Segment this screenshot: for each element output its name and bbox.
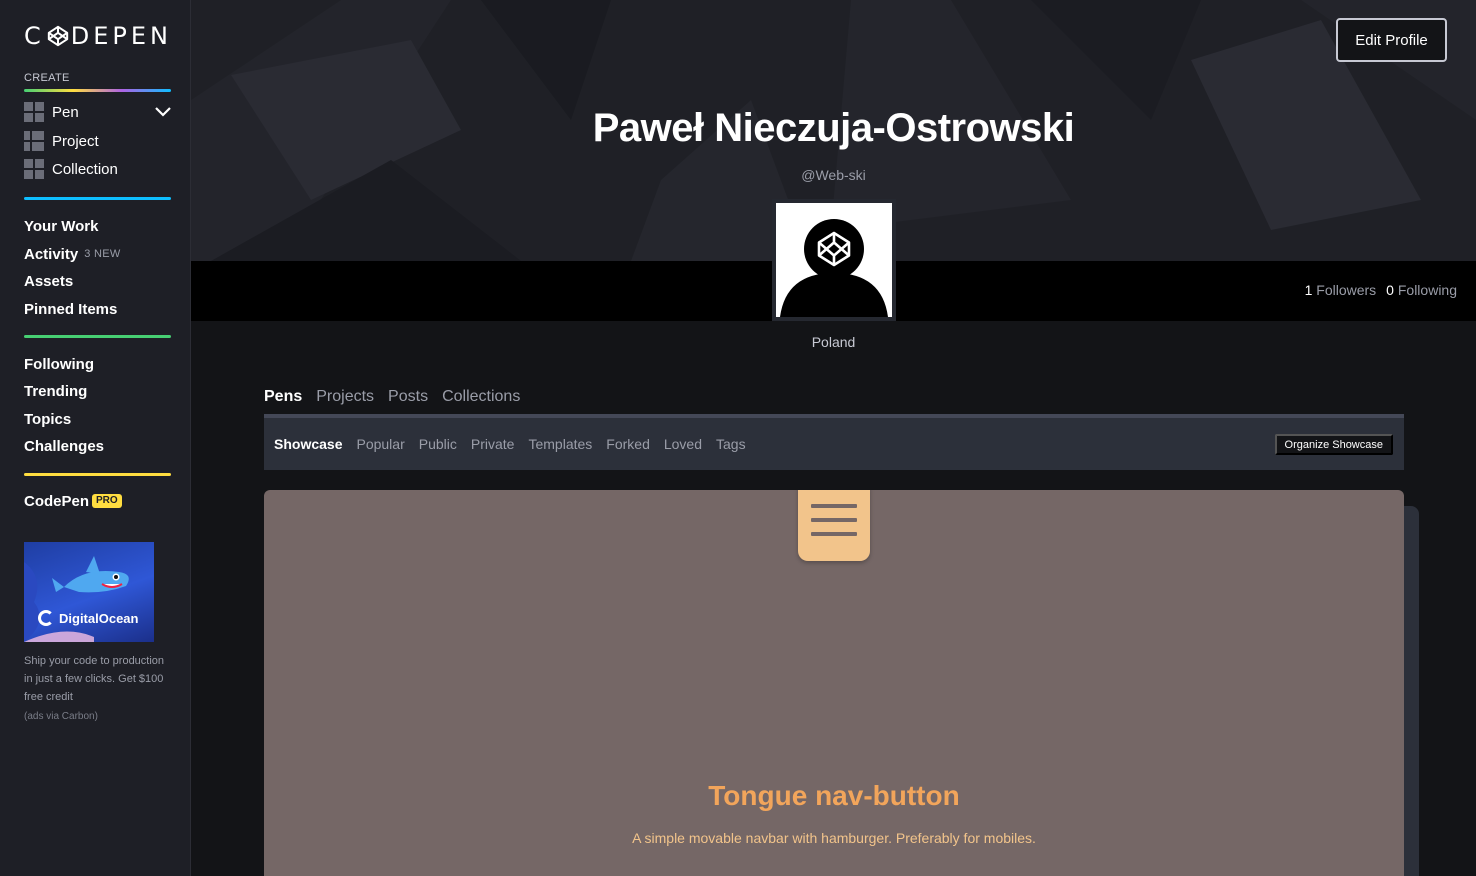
follow-stats: 1 Followers 0 Following <box>1305 282 1457 298</box>
ad-image[interactable]: DigitalOcean <box>24 542 154 642</box>
edit-profile-button[interactable]: Edit Profile <box>1336 18 1447 62</box>
default-avatar-icon <box>780 219 888 317</box>
ad-brand: DigitalOcean <box>38 610 138 626</box>
profile-location: Poland <box>811 334 856 350</box>
pens-subnav: Showcase Popular Public Private Template… <box>264 418 1404 470</box>
digitalocean-logo-icon <box>38 610 54 626</box>
content-tabs: Pens Projects Posts Collections <box>264 388 520 406</box>
tab-pens[interactable]: Pens <box>264 388 302 406</box>
create-project-label: Project <box>52 132 99 150</box>
create-label: CREATE <box>24 72 70 84</box>
tab-posts[interactable]: Posts <box>388 388 428 406</box>
create-divider <box>24 89 171 92</box>
nav-topics[interactable]: Topics <box>24 409 71 429</box>
shark-illustration-icon <box>24 556 129 642</box>
ad-text[interactable]: Ship your code to production in just a f… <box>24 652 174 706</box>
subtab-showcase[interactable]: Showcase <box>274 436 342 452</box>
nav-following[interactable]: Following <box>24 354 94 374</box>
logo-text-right: DEPEN <box>70 22 172 50</box>
subtab-loved[interactable]: Loved <box>664 436 702 452</box>
codepen-cube-icon <box>47 25 68 47</box>
pro-badge: PRO <box>92 494 122 508</box>
showcase-subtitle: A simple movable navbar with hamburger. … <box>632 830 1036 846</box>
ad-brand-name: DigitalOcean <box>59 610 139 626</box>
pen-grid-icon <box>24 102 44 122</box>
create-collection-button[interactable]: Collection <box>24 158 118 180</box>
following-count: 0 <box>1386 282 1394 298</box>
create-pen-button[interactable]: Pen <box>24 101 79 123</box>
following-label: Following <box>1397 282 1457 298</box>
subtab-templates[interactable]: Templates <box>528 436 592 452</box>
activity-badge: 3 NEW <box>84 248 121 260</box>
followers-label: Followers <box>1316 282 1377 298</box>
nav-pinned-items[interactable]: Pinned Items <box>24 299 117 319</box>
sidebar: C DEPEN CREATE Pen Project Collection Yo… <box>0 0 191 876</box>
create-pen-label: Pen <box>52 103 79 121</box>
subtab-public[interactable]: Public <box>419 436 457 452</box>
divider-green <box>24 335 171 338</box>
tab-projects[interactable]: Projects <box>316 388 374 406</box>
following-link[interactable]: 0 Following <box>1386 282 1457 298</box>
tab-collections[interactable]: Collections <box>442 388 520 406</box>
profile-handle: @Web-ski <box>801 167 866 183</box>
collection-grid-icon <box>24 159 44 179</box>
nav-codepen-pro[interactable]: CodePen PRO <box>24 491 122 511</box>
nav-assets[interactable]: Assets <box>24 271 73 291</box>
nav-challenges[interactable]: Challenges <box>24 436 104 456</box>
divider-yellow <box>24 473 171 476</box>
create-collection-label: Collection <box>52 160 118 178</box>
organize-showcase-button[interactable]: Organize Showcase <box>1274 434 1393 455</box>
nav-activity[interactable]: Activity 3 NEW <box>24 244 121 264</box>
ad-via-carbon[interactable]: (ads via Carbon) <box>24 711 98 722</box>
subtab-private[interactable]: Private <box>471 436 515 452</box>
hamburger-menu-icon[interactable] <box>798 490 870 561</box>
showcase-preview[interactable]: Tongue nav-button A simple movable navba… <box>264 490 1404 876</box>
avatar[interactable] <box>772 199 896 321</box>
codepen-logo[interactable]: C DEPEN <box>24 22 172 50</box>
followers-count: 1 <box>1304 282 1313 298</box>
followers-link[interactable]: 1 Followers <box>1305 282 1377 298</box>
logo-text-left: C <box>24 22 45 50</box>
nav-your-work[interactable]: Your Work <box>24 216 98 236</box>
subtab-forked[interactable]: Forked <box>606 436 650 452</box>
divider-blue <box>24 197 171 200</box>
chevron-down-icon[interactable] <box>154 104 172 118</box>
nav-trending[interactable]: Trending <box>24 381 87 401</box>
profile-name: Paweł Nieczuja-Ostrowski <box>592 106 1075 150</box>
showcase-title: Tongue nav-button <box>708 780 960 811</box>
project-grid-icon <box>24 131 44 151</box>
subtab-tags[interactable]: Tags <box>716 436 746 452</box>
subtab-popular[interactable]: Popular <box>356 436 404 452</box>
create-project-button[interactable]: Project <box>24 130 99 152</box>
